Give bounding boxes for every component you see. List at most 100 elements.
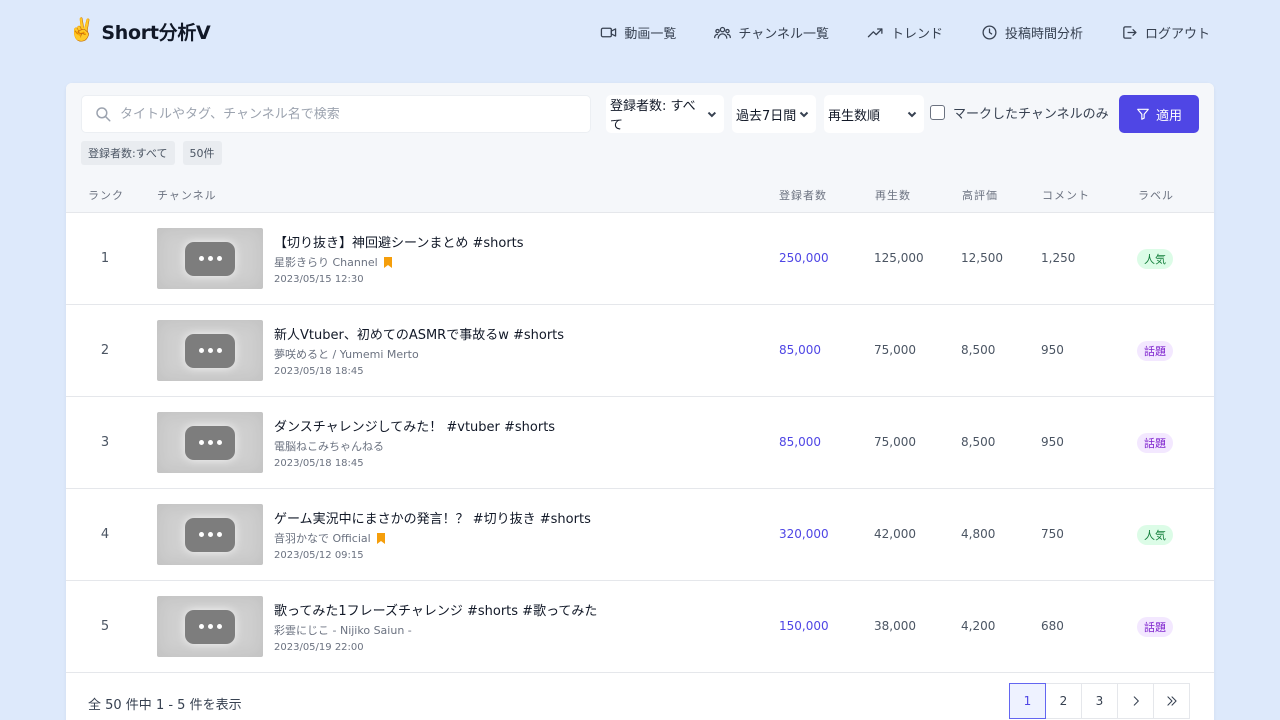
channel-label: 音羽かなで Official <box>274 532 371 545</box>
apply-label: 適用 <box>1155 108 1182 124</box>
app-header: ✌️ Short分析V 動画一覧 チャンネル一覧 トレンド 投稿時間分析 ログア… <box>0 0 1280 64</box>
subscribers-cell: 250,000 <box>779 251 829 265</box>
video-thumbnail[interactable] <box>157 412 263 473</box>
video-title[interactable]: ゲーム実況中にまさかの発言！？ #切り抜き #shorts <box>274 508 591 527</box>
period-select[interactable]: 過去7日間 <box>732 95 816 133</box>
page-button-3[interactable]: 3 <box>1081 683 1118 719</box>
nav-label: トレンド <box>890 26 943 42</box>
search-input[interactable] <box>120 106 580 122</box>
views-cell: 38,000 <box>874 619 916 633</box>
results-summary: 全 50 件中 1 - 5 件を表示 <box>88 698 242 713</box>
likes-cell: 8,500 <box>961 435 996 449</box>
play-icon <box>185 609 235 644</box>
page-button-1[interactable]: 1 <box>1009 683 1046 719</box>
header-subscribers: 登録者数 <box>779 189 827 202</box>
filter-bar: 登録者数: すべて 過去7日間 再生数順 マークしたチャンネルのみ 適用 登録者… <box>66 83 1214 213</box>
post-date: 2023/05/15 12:30 <box>274 274 364 285</box>
comments-cell: 750 <box>1041 527 1064 541</box>
channel-label: 夢咲めると / Yumemi Merto <box>274 348 419 361</box>
video-icon <box>601 27 617 37</box>
victory-hand-icon: ✌️ <box>68 18 96 43</box>
nav-label: 投稿時間分析 <box>1004 26 1083 42</box>
video-title[interactable]: ダンスチャレンジしてみた！ #vtuber #shorts <box>274 416 555 435</box>
channel-label: 星影きらり Channel <box>274 256 378 269</box>
views-cell: 75,000 <box>874 435 916 449</box>
rank-cell: 3 <box>100 435 110 450</box>
subscribers-cell: 320,000 <box>779 527 829 541</box>
trending-up-icon <box>867 27 883 37</box>
chevron-down-icon <box>907 111 917 118</box>
post-date: 2023/05/18 18:45 <box>274 458 364 469</box>
marked-only-checkbox[interactable] <box>930 105 945 120</box>
comments-cell: 950 <box>1041 343 1064 357</box>
post-date: 2023/05/12 09:15 <box>274 550 364 561</box>
nav-label: 動画一覧 <box>624 26 677 42</box>
video-title[interactable]: 歌ってみた1フレーズチャレンジ #shorts #歌ってみた <box>274 600 597 619</box>
video-thumbnail[interactable] <box>157 596 263 657</box>
table-header: ランク チャンネル 登録者数 再生数 高評価 コメント ラベル <box>66 175 1214 213</box>
search-box[interactable] <box>81 95 591 133</box>
nav-channel-list[interactable]: チャンネル一覧 <box>714 20 829 44</box>
channel-name[interactable]: 星影きらり Channel <box>274 254 392 270</box>
logo[interactable]: ✌️ Short分析V <box>68 16 211 46</box>
filter-icon <box>1137 108 1149 120</box>
comments-cell: 680 <box>1041 619 1064 633</box>
subscribers-select[interactable]: 登録者数: すべて <box>606 95 724 133</box>
last-page-button[interactable] <box>1153 683 1190 719</box>
channel-label: 彩雲にじこ - Nijiko Saiun - <box>274 624 412 637</box>
page-button-2[interactable]: 2 <box>1045 683 1082 719</box>
likes-cell: 12,500 <box>961 251 1003 265</box>
active-filter-tags: 登録者数:すべて 50件 <box>81 141 222 165</box>
chevron-right-icon <box>1133 696 1139 706</box>
subscribers-cell: 85,000 <box>779 435 821 449</box>
nav-post-time[interactable]: 投稿時間分析 <box>981 20 1083 44</box>
video-thumbnail[interactable] <box>157 320 263 381</box>
nav-logout[interactable]: ログアウト <box>1121 20 1210 44</box>
table-row[interactable]: 5 歌ってみた1フレーズチャレンジ #shorts #歌ってみた 彩雲にじこ -… <box>66 581 1214 673</box>
comments-cell: 950 <box>1041 435 1064 449</box>
marked-only-filter: マークしたチャンネルのみ <box>930 103 1109 122</box>
video-title[interactable]: 新人Vtuber、初めてのASMRで事故るw #shorts <box>274 324 564 343</box>
filter-tag: 登録者数:すべて <box>81 141 175 165</box>
subscribers-cell: 150,000 <box>779 619 829 633</box>
table-row[interactable]: 3 ダンスチャレンジしてみた！ #vtuber #shorts 電脳ねこみちゃん… <box>66 397 1214 489</box>
video-thumbnail[interactable] <box>157 228 263 289</box>
next-page-button[interactable] <box>1117 683 1154 719</box>
rank-cell: 2 <box>100 343 110 358</box>
post-date: 2023/05/18 18:45 <box>274 366 364 377</box>
views-cell: 75,000 <box>874 343 916 357</box>
label-badge: 話題 <box>1137 433 1173 453</box>
table-row[interactable]: 1 【切り抜き】神回避シーンまとめ #shorts 星影きらり Channel … <box>66 213 1214 305</box>
play-icon <box>185 517 235 552</box>
app-title: Short分析V <box>101 21 211 44</box>
nav-video-list[interactable]: 動画一覧 <box>600 20 676 44</box>
marked-only-label: マークしたチャンネルのみ <box>953 107 1109 122</box>
video-title[interactable]: 【切り抜き】神回避シーンまとめ #shorts <box>274 232 524 251</box>
pagination: 1 2 3 <box>1009 683 1190 719</box>
likes-cell: 4,200 <box>961 619 996 633</box>
results-card: 登録者数: すべて 過去7日間 再生数順 マークしたチャンネルのみ 適用 登録者… <box>66 83 1214 720</box>
filter-tag: 50件 <box>182 141 222 165</box>
sort-select[interactable]: 再生数順 <box>824 95 924 133</box>
table-row[interactable]: 2 新人Vtuber、初めてのASMRで事故るw #shorts 夢咲めると /… <box>66 305 1214 397</box>
logout-icon <box>1123 25 1137 39</box>
main-nav: 動画一覧 チャンネル一覧 トレンド 投稿時間分析 ログアウト <box>600 20 1210 44</box>
channel-name[interactable]: 電脳ねこみちゃんねる <box>274 438 384 454</box>
channel-name[interactable]: 夢咲めると / Yumemi Merto <box>274 346 419 362</box>
channel-name[interactable]: 彩雲にじこ - Nijiko Saiun - <box>274 622 412 638</box>
video-thumbnail[interactable] <box>157 504 263 565</box>
play-icon <box>185 333 235 368</box>
table-row[interactable]: 4 ゲーム実況中にまさかの発言！？ #切り抜き #shorts 音羽かなで Of… <box>66 489 1214 581</box>
apply-button[interactable]: 適用 <box>1119 95 1199 133</box>
nav-trend[interactable]: トレンド <box>867 20 943 44</box>
subscribers-cell: 85,000 <box>779 343 821 357</box>
chevron-down-icon <box>799 111 809 118</box>
label-badge: 話題 <box>1137 341 1173 361</box>
label-badge: 人気 <box>1137 525 1173 545</box>
select-value: 再生数順 <box>828 108 881 124</box>
channel-name[interactable]: 音羽かなで Official <box>274 530 385 546</box>
header-channel: チャンネル <box>157 189 217 202</box>
header-views: 再生数 <box>875 189 911 202</box>
clock-icon <box>982 24 997 40</box>
users-icon <box>714 26 732 39</box>
